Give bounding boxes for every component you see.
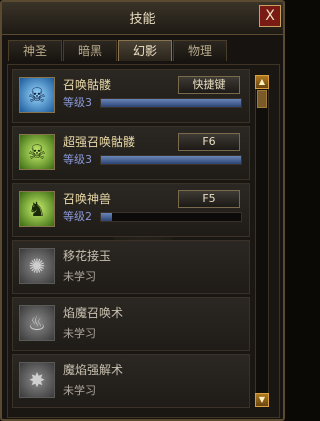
skill-progress-bar	[100, 98, 242, 108]
skill-row-summon-beast[interactable]: ♞ 召唤神兽 F5 等级2	[12, 183, 250, 237]
skill-level: 等级3	[63, 96, 92, 109]
skill-name: 召唤神兽	[63, 192, 112, 206]
close-button[interactable]: X	[259, 5, 281, 27]
skill-row-flame-release[interactable]: ✸ 魔焰强解术 未学习	[12, 354, 250, 408]
skills-window: 技能 X 神圣 暗黑 幻影 物理 ☠ 召唤骷髅 快捷键 等级3 ☠ 超强召唤骷髅…	[0, 0, 285, 421]
hotkey-button[interactable]: F6	[178, 133, 240, 151]
hotkey-button[interactable]: F5	[178, 190, 240, 208]
skill-list: ☠ 召唤骷髅 快捷键 等级3 ☠ 超强召唤骷髅 F6 等级3 ♞ 召唤神兽 F5…	[7, 64, 280, 418]
skill-name: 移花接玉	[63, 249, 112, 263]
skill-status: 未学习	[63, 327, 96, 340]
scrollbar[interactable]: ▲ ▼	[255, 75, 269, 407]
green-skull-icon[interactable]: ☠	[19, 134, 55, 170]
hotkey-button[interactable]: 快捷键	[178, 76, 240, 94]
skill-progress-bar	[100, 212, 242, 222]
scroll-thumb[interactable]	[257, 90, 267, 108]
skill-status: 未学习	[63, 384, 96, 397]
skill-name: 焰魔召唤术	[63, 306, 124, 320]
window-title: 技能	[129, 12, 156, 27]
skill-name: 超强召唤骷髅	[63, 135, 136, 149]
flame-demon-icon[interactable]: ♨	[19, 305, 55, 341]
skill-row-summon-skeleton[interactable]: ☠ 召唤骷髅 快捷键 等级3	[12, 69, 250, 123]
skull-icon[interactable]: ☠	[19, 77, 55, 113]
tab-physical[interactable]: 物理	[173, 40, 227, 61]
skill-name: 魔焰强解术	[63, 363, 124, 377]
skill-row-super-summon-skeleton[interactable]: ☠ 超强召唤骷髅 F6 等级3	[12, 126, 250, 180]
skill-level: 等级3	[63, 153, 92, 166]
title-bar[interactable]: 技能 X	[2, 2, 283, 35]
skill-level: 等级2	[63, 210, 92, 223]
skill-status: 未学习	[63, 270, 96, 283]
scroll-down-icon[interactable]: ▼	[255, 393, 269, 407]
tab-dark[interactable]: 暗黑	[63, 40, 117, 61]
skill-row-swap[interactable]: ✺ 移花接玉 未学习	[12, 240, 250, 294]
skill-progress-fill	[101, 213, 113, 221]
skill-progress-fill	[101, 99, 241, 107]
swirl-icon[interactable]: ✺	[19, 248, 55, 284]
tab-holy[interactable]: 神圣	[8, 40, 62, 61]
burst-icon[interactable]: ✸	[19, 362, 55, 398]
skill-name: 召唤骷髅	[63, 78, 112, 92]
scroll-up-icon[interactable]: ▲	[255, 75, 269, 89]
tab-phantom[interactable]: 幻影	[118, 40, 172, 61]
skill-progress-bar	[100, 155, 242, 165]
skill-progress-fill	[101, 156, 241, 164]
beast-icon[interactable]: ♞	[19, 191, 55, 227]
skill-row-flame-demon[interactable]: ♨ 焰魔召唤术 未学习	[12, 297, 250, 351]
